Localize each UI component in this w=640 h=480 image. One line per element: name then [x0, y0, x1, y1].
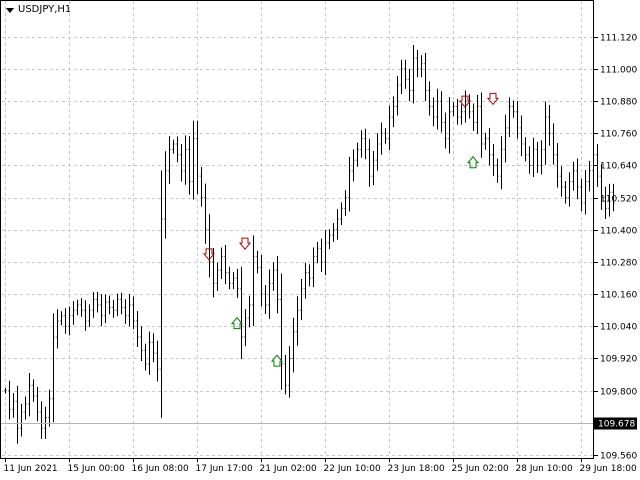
price-axis-label: 110.040	[600, 323, 637, 333]
price-axis-label: 109.920	[600, 355, 637, 365]
current-price-badge-label: 109.678	[598, 420, 635, 430]
chart-window[interactable]: 111.120 111.000 110.880 110.760 110.640 110.5…	[0, 0, 640, 480]
time-axis-label: 25 Jun 02:00	[452, 464, 509, 474]
price-axis-label: 110.400	[600, 227, 637, 237]
chart-background	[0, 0, 640, 480]
price-chart[interactable]: 111.120 111.000 110.880 110.760 110.640 110.5…	[0, 0, 640, 480]
time-axis-label: 22 Jun 10:00	[324, 464, 381, 474]
price-axis-label: 110.160	[600, 291, 637, 301]
price-axis-label: 109.560	[600, 452, 637, 462]
time-axis-label: 11 Jun 2021	[4, 464, 58, 474]
triangle-down-icon[interactable]	[6, 7, 14, 13]
time-axis-label: 17 Jun 17:00	[196, 464, 253, 474]
time-axis-label: 23 Jun 18:00	[388, 464, 445, 474]
price-axis-label: 110.280	[600, 259, 637, 269]
price-axis-label: 110.880	[600, 98, 637, 108]
price-axis-label: 111.120	[600, 34, 637, 44]
time-axis-label: 16 Jun 08:00	[132, 464, 189, 474]
current-price-badge: 109.678	[594, 417, 637, 430]
symbol-caption[interactable]: USDJPY,H1	[6, 3, 71, 17]
price-axis-label: 109.800	[600, 388, 637, 398]
price-axis-label: 111.000	[600, 66, 637, 76]
time-axis-label: 28 Jun 10:00	[516, 464, 573, 474]
price-axis-label: 110.520	[600, 195, 637, 205]
price-axis-label: 110.760	[600, 130, 637, 140]
price-axis-label: 110.640	[600, 162, 637, 172]
time-axis-label: 21 Jun 02:00	[260, 464, 317, 474]
time-axis-label: 29 Jun 18:00	[580, 464, 637, 474]
time-axis-label: 15 Jun 00:00	[68, 464, 125, 474]
symbol-caption-label: USDJPY,H1	[18, 4, 72, 15]
